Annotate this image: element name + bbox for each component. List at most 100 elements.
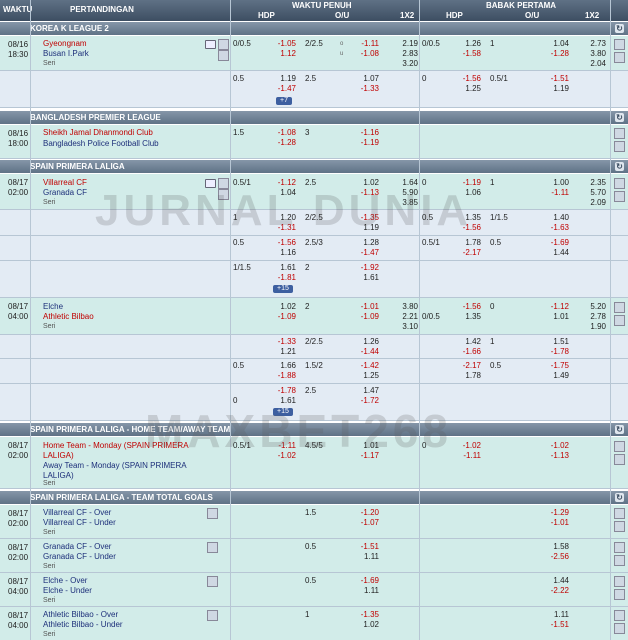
odds-under[interactable]: -1.28 xyxy=(533,49,569,59)
odds-home[interactable]: -1.19 xyxy=(445,178,481,188)
chart-icon[interactable] xyxy=(614,623,625,634)
odds-under[interactable]: -1.13 xyxy=(343,188,379,198)
odds-away[interactable]: -1.11 xyxy=(445,451,481,461)
refresh-icon[interactable]: ↻ xyxy=(615,113,624,122)
odds-over[interactable]: -1.20 xyxy=(343,508,379,518)
home-team[interactable]: Athletic Bilbao - Over xyxy=(43,610,118,620)
odds-over[interactable]: -1.42 xyxy=(343,361,379,371)
away-team[interactable]: Athletic Bilbao xyxy=(43,312,94,322)
odds-under[interactable]: -1.19 xyxy=(343,138,379,148)
odds-x[interactable]: 1.90 xyxy=(570,322,606,332)
odds-under[interactable]: -1.47 xyxy=(343,248,379,258)
odds-under[interactable]: 1.19 xyxy=(343,223,379,233)
odds-home[interactable]: 1.61 xyxy=(260,263,296,273)
league-header[interactable]: SPAIN PRIMERA LALIGA ↻ xyxy=(0,160,628,173)
odds-away[interactable]: -1.88 xyxy=(260,371,296,381)
odds-under[interactable]: 1.61 xyxy=(343,273,379,283)
odds-home[interactable]: -1.11 xyxy=(260,441,296,451)
chart-icon[interactable] xyxy=(614,141,625,152)
odds-away[interactable]: 1.25 xyxy=(445,84,481,94)
odds-under[interactable]: -1.07 xyxy=(343,518,379,528)
home-team[interactable]: Home Team - Monday (SPAIN PRIMERA LALIGA… xyxy=(43,441,203,461)
odds-under[interactable]: -1.44 xyxy=(343,347,379,357)
odds-over[interactable]: 1.47 xyxy=(343,386,379,396)
home-team[interactable]: Villarreal CF xyxy=(43,178,87,188)
odds-under[interactable]: 1.19 xyxy=(533,84,569,94)
odds-home[interactable]: -1.08 xyxy=(260,128,296,138)
odds-over[interactable]: -1.92 xyxy=(343,263,379,273)
stats-icon[interactable] xyxy=(614,610,625,621)
stats-icon[interactable] xyxy=(218,189,229,200)
odds-over[interactable]: -1.11 xyxy=(343,39,379,49)
odds-over[interactable]: -1.35 xyxy=(343,610,379,620)
away-team[interactable]: Granada CF xyxy=(43,188,87,198)
odds-1[interactable]: 2.35 xyxy=(570,178,606,188)
home-team[interactable]: Granada CF - Over xyxy=(43,542,111,552)
odds-x[interactable]: 3.10 xyxy=(382,322,418,332)
odds-1[interactable]: 3.80 xyxy=(382,302,418,312)
tv-icon[interactable] xyxy=(205,179,216,188)
odds-away[interactable]: 1.04 xyxy=(260,188,296,198)
odds-home[interactable]: -1.33 xyxy=(260,337,296,347)
odds-away[interactable]: -1.31 xyxy=(260,223,296,233)
stats-icon[interactable] xyxy=(218,50,229,61)
away-team[interactable]: Away Team - Monday (SPAIN PRIMERA LALIGA… xyxy=(43,461,203,481)
away-team[interactable]: Bangladesh Police Football Club xyxy=(43,139,159,149)
odds-under[interactable]: -1.11 xyxy=(533,188,569,198)
stats-icon[interactable] xyxy=(207,610,218,621)
odds-under[interactable]: -1.78 xyxy=(533,347,569,357)
league-header[interactable]: SPAIN PRIMERA LALIGA - TEAM TOTAL GOALS ↻ xyxy=(0,491,628,504)
odds-over[interactable]: -1.51 xyxy=(533,74,569,84)
odds-under[interactable]: 1.02 xyxy=(343,620,379,630)
refresh-icon[interactable]: ↻ xyxy=(615,493,624,502)
stats-icon[interactable] xyxy=(218,39,229,50)
odds-away[interactable]: -1.47 xyxy=(260,84,296,94)
odds-under[interactable]: -1.13 xyxy=(533,451,569,461)
odds-home[interactable]: 1.26 xyxy=(445,39,481,49)
odds-home[interactable]: -1.05 xyxy=(260,39,296,49)
odds-over[interactable]: 1.04 xyxy=(533,39,569,49)
odds-1[interactable]: 5.20 xyxy=(570,302,606,312)
odds-under[interactable]: -2.56 xyxy=(533,552,569,562)
refresh-icon[interactable]: ↻ xyxy=(615,425,624,434)
odds-x[interactable]: 2.09 xyxy=(570,198,606,208)
odds-x[interactable]: 2.04 xyxy=(570,59,606,69)
odds-x[interactable]: 3.85 xyxy=(382,198,418,208)
odds-over[interactable]: -1.16 xyxy=(343,128,379,138)
odds-away[interactable]: 1.35 xyxy=(445,312,481,322)
odds-over[interactable]: 1.26 xyxy=(343,337,379,347)
odds-2[interactable]: 5.90 xyxy=(382,188,418,198)
away-team[interactable]: Villarreal CF - Under xyxy=(43,518,116,528)
stats-icon[interactable] xyxy=(207,576,218,587)
odds-away[interactable]: -1.28 xyxy=(260,138,296,148)
chart-icon[interactable] xyxy=(614,521,625,532)
home-team[interactable]: Elche - Over xyxy=(43,576,87,586)
chart-icon[interactable] xyxy=(614,454,625,465)
home-team[interactable]: Villarreal CF - Over xyxy=(43,508,111,518)
odds-under[interactable]: 1.11 xyxy=(343,586,379,596)
league-header[interactable]: BANGLADESH PREMIER LEAGUE ↻ xyxy=(0,111,628,124)
odds-2[interactable]: 2.21 xyxy=(382,312,418,322)
stats-icon[interactable] xyxy=(614,39,625,50)
odds-under[interactable]: 1.01 xyxy=(533,312,569,322)
odds-home[interactable]: 1.66 xyxy=(260,361,296,371)
odds-over[interactable]: 1.58 xyxy=(533,542,569,552)
odds-over[interactable]: 1.44 xyxy=(533,576,569,586)
stats-icon[interactable] xyxy=(218,178,229,189)
more-bets-button[interactable]: +15 xyxy=(273,285,293,293)
odds-away[interactable]: 1.16 xyxy=(260,248,296,258)
odds-1[interactable]: 2.73 xyxy=(570,39,606,49)
stats-icon[interactable] xyxy=(614,178,625,189)
odds-2[interactable]: 3.80 xyxy=(570,49,606,59)
odds-home[interactable]: 1.19 xyxy=(260,74,296,84)
more-bets-button[interactable]: +7 xyxy=(276,97,292,105)
home-team[interactable]: Gyeongnam xyxy=(43,39,87,49)
odds-under[interactable]: -2.22 xyxy=(533,586,569,596)
odds-over[interactable]: -1.01 xyxy=(343,302,379,312)
odds-over[interactable]: 1.28 xyxy=(343,238,379,248)
odds-over[interactable]: -1.69 xyxy=(533,238,569,248)
refresh-icon[interactable]: ↻ xyxy=(615,162,624,171)
odds-under[interactable]: 1.25 xyxy=(343,371,379,381)
odds-home[interactable]: 1.35 xyxy=(445,213,481,223)
chart-icon[interactable] xyxy=(614,52,625,63)
